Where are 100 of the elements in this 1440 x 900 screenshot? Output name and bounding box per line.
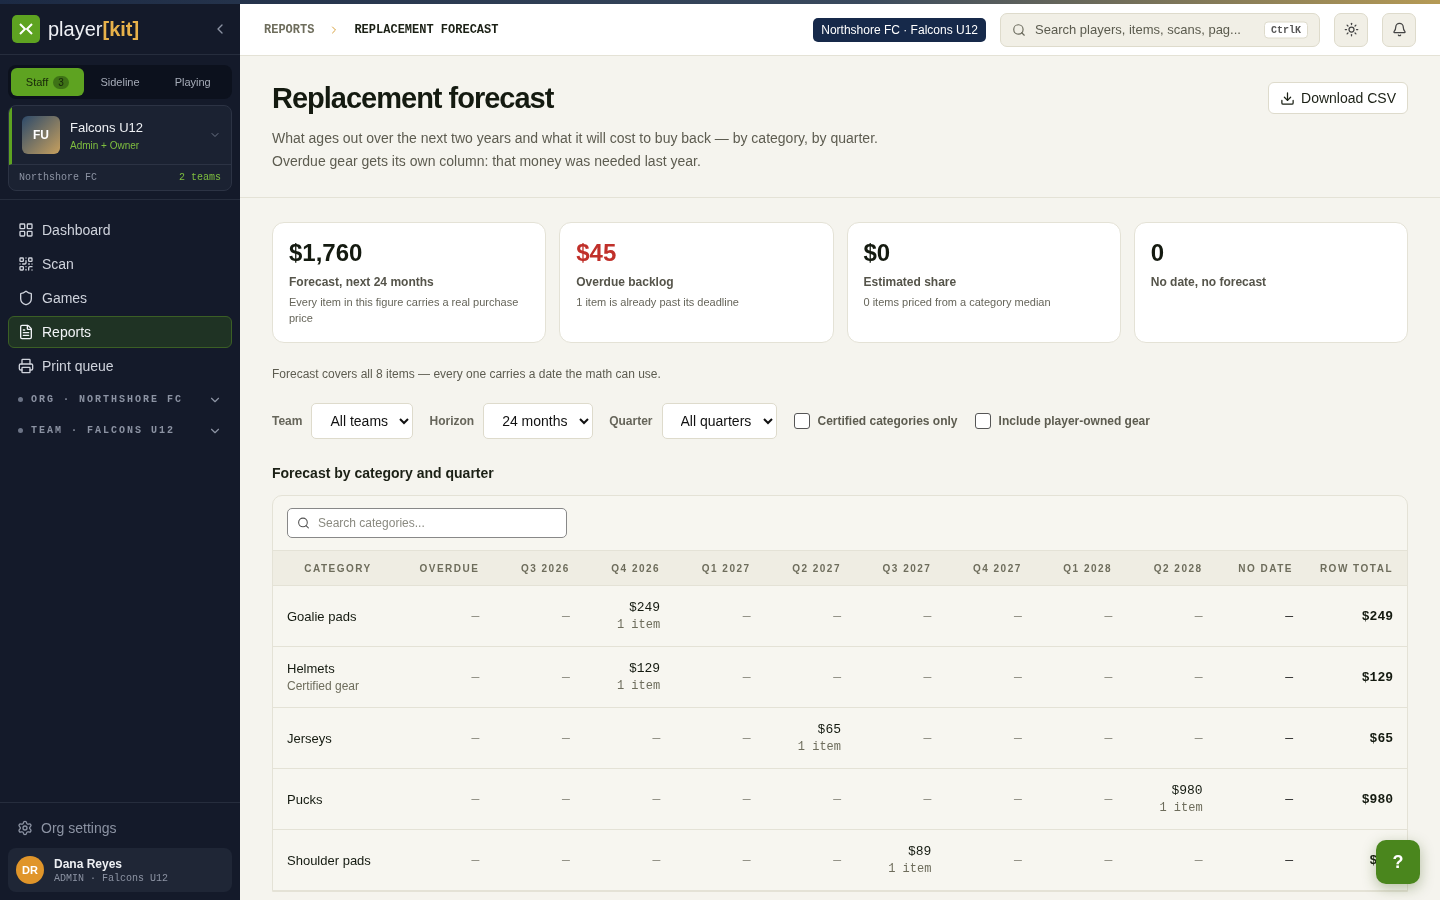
table-cell: $249 bbox=[628, 600, 661, 615]
checkbox[interactable] bbox=[793, 413, 810, 429]
context-badge: Northshore FC · Falcons U12 bbox=[813, 17, 986, 42]
search-icon bbox=[297, 516, 310, 530]
breadcrumb-item: REPLACEMENT FORECAST bbox=[354, 22, 499, 37]
table-cell: — bbox=[1285, 730, 1293, 746]
table-cell: — bbox=[562, 730, 570, 746]
table-cell: — bbox=[1285, 669, 1293, 685]
table-cell: — bbox=[1194, 730, 1203, 746]
table-cell: — bbox=[923, 730, 932, 746]
table-cell: — bbox=[742, 791, 751, 807]
filter-select[interactable]: All teams bbox=[311, 403, 414, 439]
table-cell: — bbox=[562, 852, 570, 868]
table-cell: — bbox=[923, 608, 932, 624]
category-name: Shoulder pads bbox=[287, 852, 371, 868]
item-count: 1 item bbox=[1159, 801, 1203, 815]
nav-item[interactable]: Reports bbox=[8, 316, 232, 348]
stat-value: $45 bbox=[576, 239, 618, 267]
stat-label: Overdue backlog bbox=[576, 275, 675, 289]
team-count: 2 teams bbox=[179, 172, 221, 183]
column-header: ROW TOTAL bbox=[1307, 550, 1407, 586]
row-total: $249 bbox=[1361, 608, 1393, 624]
filter-select[interactable]: All quarters bbox=[661, 403, 777, 439]
team-name: Falcons U12 bbox=[70, 119, 144, 135]
stat-value: $0 bbox=[863, 239, 892, 267]
stat-value: 0 bbox=[1150, 239, 1166, 267]
table-cell: — bbox=[1104, 669, 1113, 685]
download-icon bbox=[1280, 90, 1296, 106]
grid-icon bbox=[18, 222, 34, 238]
nav-item[interactable]: Print queue bbox=[8, 350, 232, 382]
column-header: Q1 2028 bbox=[1035, 550, 1127, 586]
download-button[interactable]: Download CSV bbox=[1268, 82, 1408, 114]
table-cell: — bbox=[471, 730, 480, 746]
table-cell: — bbox=[562, 669, 570, 685]
table-cell: $980 bbox=[1171, 783, 1203, 798]
user-card[interactable]: DR Dana Reyes ADMIN · Falcons U12 bbox=[8, 848, 232, 892]
mode-tab[interactable]: Playing bbox=[156, 68, 229, 96]
table-cell: — bbox=[1104, 608, 1113, 624]
sun-icon bbox=[1343, 22, 1359, 37]
help-button[interactable]: ? bbox=[1376, 840, 1420, 884]
category-note: Certified gear bbox=[287, 679, 360, 693]
team-card[interactable]: FU Falcons U12 Admin + Owner Northshore FC 2 teams bbox=[8, 105, 232, 191]
table-cell: — bbox=[1014, 791, 1022, 807]
qr-code-icon bbox=[18, 256, 34, 272]
item-count: 1 item bbox=[888, 862, 932, 876]
nav-group-label[interactable]: TEAM · FALCONS U12 bbox=[31, 425, 200, 436]
table-cell: — bbox=[1104, 852, 1113, 868]
section-title: Forecast by category and quarter bbox=[272, 465, 495, 481]
notifications-button[interactable] bbox=[1382, 12, 1416, 47]
mode-tab[interactable]: Sideline bbox=[83, 68, 157, 96]
column-header: Q3 2027 bbox=[855, 550, 946, 586]
table-cell: — bbox=[562, 608, 570, 624]
table-cell: — bbox=[652, 852, 661, 868]
table-cell: — bbox=[1104, 791, 1113, 807]
user-role: ADMIN · Falcons U12 bbox=[54, 872, 169, 884]
column-header: Q2 2028 bbox=[1126, 550, 1217, 586]
stat-label: Forecast, next 24 months bbox=[289, 275, 435, 289]
table-cell: — bbox=[833, 852, 841, 868]
stat-label: No date, no forecast bbox=[1150, 275, 1268, 289]
filter-label: Team bbox=[272, 414, 303, 428]
category-name: Goalie pads bbox=[287, 608, 357, 624]
table-cell: — bbox=[652, 791, 661, 807]
theme-button[interactable] bbox=[1334, 12, 1368, 47]
table-cell: — bbox=[742, 669, 751, 685]
filter-select[interactable]: 24 months bbox=[483, 403, 594, 439]
column-header: Q1 2027 bbox=[674, 550, 765, 586]
mode-tab[interactable]: Staff 3 bbox=[11, 68, 84, 96]
category-search-field[interactable]: Search categories... bbox=[287, 508, 567, 538]
table-cell: $89 bbox=[908, 844, 932, 859]
table-cell: — bbox=[1285, 608, 1293, 624]
stat-note: Every item in this figure carries a real purchase price bbox=[289, 295, 520, 326]
table-cell: $129 bbox=[628, 661, 661, 676]
filter-label: Horizon bbox=[429, 414, 475, 428]
table-cell: — bbox=[742, 852, 751, 868]
nav-item[interactable]: Scan bbox=[8, 248, 232, 280]
table-cell: — bbox=[1194, 608, 1203, 624]
user-name: Dana Reyes bbox=[54, 856, 124, 871]
item-count: 1 item bbox=[797, 740, 841, 754]
column-header: CATEGORY bbox=[273, 550, 403, 586]
settings-link[interactable]: Org settings bbox=[8, 813, 232, 843]
table-cell: — bbox=[1014, 608, 1022, 624]
checkbox-label: Include player-owned gear bbox=[998, 414, 1150, 428]
table-cell: — bbox=[471, 852, 480, 868]
nav-item[interactable]: Dashboard bbox=[8, 214, 232, 246]
stat-label: Estimated share bbox=[863, 275, 958, 289]
checkbox[interactable] bbox=[974, 413, 991, 429]
row-total: $65 bbox=[1369, 730, 1393, 746]
nav-group-label[interactable]: ORG · NORTHSHORE FC bbox=[31, 394, 200, 405]
table-cell: — bbox=[1194, 669, 1203, 685]
breadcrumb-item[interactable]: REPORTS bbox=[264, 22, 315, 37]
coverage-note: Forecast covers all 8 items — every one carries a date the math can use. bbox=[272, 367, 662, 381]
nav-item[interactable]: Games bbox=[8, 282, 232, 314]
table-cell: — bbox=[1285, 852, 1293, 868]
brand-name: player[kit] bbox=[48, 17, 141, 41]
org-name: Northshore FC bbox=[19, 172, 97, 183]
logo-icon bbox=[12, 15, 40, 43]
table-cell: — bbox=[833, 669, 841, 685]
table-cell: — bbox=[471, 669, 480, 685]
item-count: 1 item bbox=[616, 679, 661, 693]
page-description: What ages out over the next two years and what it will cost to buy back — by category, by quarter. Overdue gear gets its own column: that money was needed last year. bbox=[272, 129, 879, 171]
